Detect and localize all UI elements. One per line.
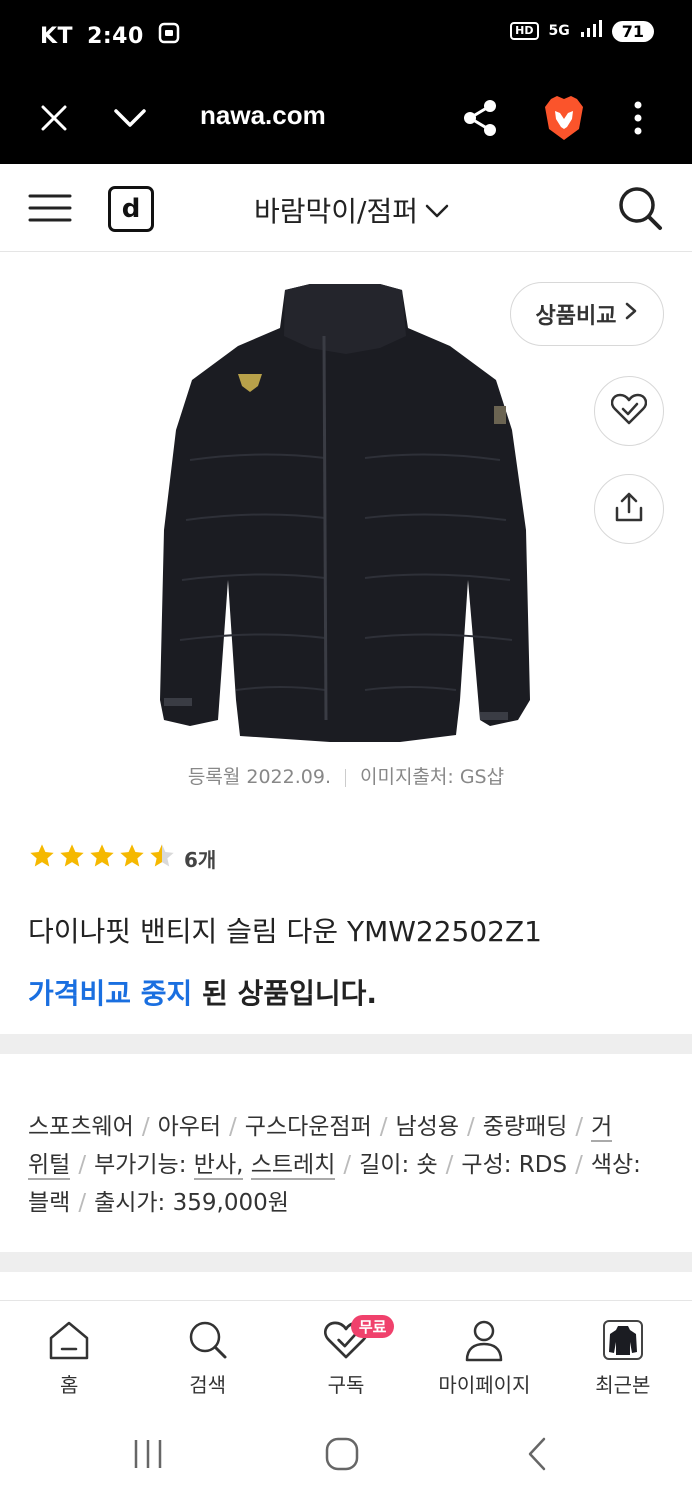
release-price: 출시가: 359,000원 [94,1190,289,1216]
heart-check-icon [610,393,648,429]
star-icon [28,842,56,874]
home-icon [44,1315,94,1365]
nav-mypage[interactable]: 마이페이지 [415,1301,553,1410]
jacket-thumbnail-icon [602,1320,643,1360]
half-star-icon [148,842,176,874]
star-icon [58,842,86,874]
search-icon[interactable] [616,184,664,232]
menu-icon[interactable] [28,190,72,226]
recent-product-thumbnail [598,1315,648,1365]
spec-link[interactable]: 스트레치 [250,1152,336,1180]
hd-badge: HD [510,22,539,40]
divider [344,768,346,787]
product-name: 다이나핏 밴티지 슬림 다운 YMW22502Z1 [28,915,542,948]
site-header: d 바람막이/점퍼 [0,164,692,252]
free-badge: 무료 [350,1315,395,1338]
browser-toolbar: nawa.com [0,72,692,164]
status-text: 된 상품입니다. [192,977,378,1010]
nav-search-label: 검색 [189,1373,227,1397]
carrier-label: KT [40,23,74,49]
spec-list: 스포츠웨어 / 아우터 / 구스다운점퍼 / 남성용 / 중량패딩 / 거 위털 / 부가기능: 반사,… [28,1114,641,1216]
spec-link[interactable]: 위털 [28,1152,71,1180]
more-vertical-icon[interactable] [616,96,660,140]
price-status: 가격비교 중지 된 상품입니다. [28,972,377,1012]
battery-level: 71 [611,20,654,42]
wishlist-button[interactable] [594,376,664,446]
spec-item[interactable]: 구스다운점퍼 [245,1114,372,1140]
chevron-down-icon [424,194,450,227]
back-icon[interactable] [518,1434,558,1474]
nav-home-label: 홈 [60,1373,79,1397]
signal-icon [580,20,602,42]
status-highlight: 가격비교 중지 [28,977,193,1010]
clock: 2:40 [87,23,144,49]
share-icon[interactable] [458,96,502,140]
system-navigation-bar [0,1410,692,1500]
screenshot-icon [158,22,180,50]
nav-search[interactable]: 검색 [138,1301,276,1410]
product-image[interactable] [150,280,540,750]
spec-item[interactable]: 남성용 [396,1114,459,1140]
star-icon [88,842,116,874]
review-count[interactable]: 6개 [184,844,216,873]
spec-link[interactable]: 거 [591,1114,613,1142]
nav-subscribe[interactable]: 무료 구독 [277,1301,415,1410]
spec-link[interactable]: 반사, [193,1152,244,1180]
section-divider [0,1252,692,1272]
spec-item[interactable]: 중량패딩 [483,1114,568,1140]
compare-products-button[interactable]: 상품비교 [510,282,664,346]
rating[interactable]: 6개 [28,842,216,874]
close-tab-icon[interactable] [32,96,76,140]
nav-recent-label: 최근본 [595,1373,651,1397]
status-right: HD 5G 71 [510,20,654,42]
spec-item[interactable]: 스포츠웨어 [28,1114,134,1140]
status-bar: KT 2:40 HD 5G 71 [0,0,692,72]
spec-label: 부가기능: [94,1152,187,1178]
spec-item[interactable]: 아우터 [158,1114,221,1140]
url-display[interactable]: nawa.com [200,100,326,131]
site-logo[interactable]: d [108,186,154,232]
recent-apps-icon[interactable] [128,1434,168,1474]
nav-subscribe-label: 구독 [327,1373,365,1397]
product-meta: 등록월 2022.09. 이미지출처: GS샵 [0,762,692,789]
home-button-icon[interactable] [322,1434,362,1474]
registered-date: 등록월 2022.09. [187,766,331,788]
search-icon [183,1315,233,1365]
compare-label: 상품비교 [535,304,617,329]
spec-item: 길이: 숏 [359,1152,438,1178]
nav-home[interactable]: 홈 [0,1301,138,1410]
network-label: 5G [548,23,570,39]
brave-lion-icon[interactable] [542,96,586,140]
spec-item: 블랙 [28,1190,71,1216]
image-source: 이미지출처: GS샵 [359,766,505,788]
bottom-navigation: 홈 검색 무료 구독 마이페이지 최근본 [0,1300,692,1410]
person-icon [459,1315,509,1365]
upload-share-icon [612,490,646,528]
nav-recent[interactable]: 최근본 [554,1301,692,1410]
spec-item: 구성: RDS [461,1152,568,1178]
share-product-button[interactable] [594,474,664,544]
star-icon [118,842,146,874]
chevron-right-icon [624,301,638,327]
chevron-down-icon[interactable] [108,96,152,140]
nav-mypage-label: 마이페이지 [438,1373,531,1397]
section-divider [0,1034,692,1054]
spec-label: 색상: [590,1152,641,1178]
category-label: 바람막이/점퍼 [254,195,418,228]
category-dropdown[interactable]: 바람막이/점퍼 [254,190,450,230]
status-left: KT 2:40 [40,22,180,50]
